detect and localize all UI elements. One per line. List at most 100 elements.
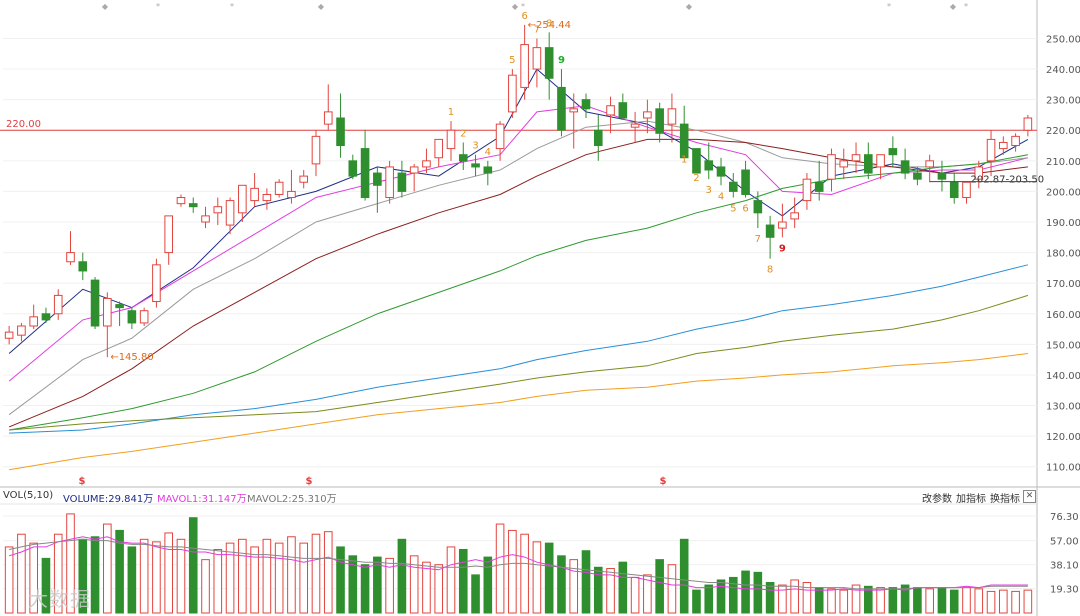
candle-body-up — [508, 74, 517, 113]
volume-bar-down — [90, 536, 100, 614]
candle-body-up — [53, 294, 63, 315]
y-tick-label: 110.00 — [1046, 463, 1080, 474]
price-chart[interactable]: 110.00 120.00 130.00 140.00 150.00 160.00 170.… — [0, 0, 1080, 616]
switch-indicator-button[interactable]: 换指标 — [990, 490, 1020, 505]
volume-bar-up — [1011, 590, 1020, 614]
candle-body-up — [409, 166, 419, 174]
candle-body-down — [618, 102, 628, 119]
volume-value: VOLUME:29.841万 — [63, 494, 154, 505]
volume-bar-down — [471, 574, 480, 614]
volume-bar-down — [888, 587, 898, 614]
y-tick-label: 250.00 — [1046, 34, 1080, 45]
volume-bar-up — [630, 576, 640, 614]
ma-line-ma60 — [9, 154, 1028, 431]
volume-bar-up — [446, 546, 456, 614]
add-indicator-button[interactable]: 加指标 — [956, 490, 986, 505]
candle-body-up — [103, 297, 112, 327]
candle-body-down — [115, 304, 124, 309]
vol-tick-label: 57.00 — [1050, 537, 1079, 548]
candle-body-down — [360, 148, 370, 199]
vol-indicator-label[interactable]: VOL(5,10) — [3, 490, 53, 501]
td-count-label: 4 — [718, 191, 724, 202]
event-marker: ◆ — [512, 2, 519, 11]
candle-body-up — [434, 138, 444, 159]
candle-body-up — [925, 160, 934, 168]
candle-body-up — [17, 325, 26, 336]
volume-bar-up — [299, 542, 309, 614]
td-count-label: 2 — [693, 173, 699, 184]
candle-body-up — [630, 123, 640, 128]
candle-body-up — [299, 175, 309, 183]
volume-bar-down — [557, 555, 566, 614]
volume-bar-up — [287, 536, 296, 614]
y-tick-label: 220.00 — [1046, 126, 1080, 137]
td-count-label: 8 — [546, 18, 552, 29]
candle-body-down — [679, 123, 689, 159]
volume-bar-up — [569, 559, 579, 614]
candle-body-up — [262, 193, 272, 202]
volume-bar-down — [458, 548, 468, 614]
volume-bar-up — [4, 546, 14, 614]
candle-body-down — [458, 154, 468, 162]
ma-line-ma150 — [9, 294, 1029, 431]
candle-body-up — [778, 221, 787, 229]
price-annotation: ←145.80 — [110, 352, 153, 363]
candle-body-up — [422, 160, 431, 168]
volume-bar-down — [913, 587, 922, 614]
volume-bar-up — [827, 588, 836, 614]
candle-body-down — [728, 181, 738, 192]
candle-body-up — [385, 166, 394, 199]
volume-bar-up — [790, 579, 799, 614]
candle-body-up — [495, 123, 505, 150]
candle-body-up — [274, 181, 284, 195]
candle-body-down — [471, 163, 480, 168]
candle-body-up — [323, 111, 333, 125]
close-indicator-button[interactable]: ✕ — [1023, 490, 1036, 503]
candle-body-up — [176, 197, 186, 205]
indicator-toolbar: VOL(5,10) VOLUME:29.841万 MAVOL1:31.147万 … — [0, 489, 1080, 505]
volume-bar-up — [164, 532, 174, 614]
reference-line-label: 220.00 — [6, 119, 41, 130]
volume-bar-down — [397, 538, 407, 614]
volume-bar-down — [679, 538, 689, 614]
candle-body-up — [164, 215, 174, 254]
td-count-label: 5 — [730, 204, 736, 215]
candle-body-up — [287, 190, 296, 199]
volume-bar-up — [876, 587, 885, 614]
volume-bar-up — [311, 533, 321, 614]
y-tick-label: 210.00 — [1046, 157, 1080, 168]
td-count-label: 6 — [521, 11, 527, 22]
y-tick-label: 160.00 — [1046, 310, 1080, 321]
volume-bar-up — [213, 548, 223, 614]
edit-params-button[interactable]: 改参数 — [922, 490, 952, 505]
candle-body-up — [569, 108, 579, 113]
volume-bar-up — [508, 529, 517, 614]
event-marker: * — [887, 2, 891, 11]
vol-tick-label: 76.30 — [1050, 512, 1079, 523]
candle-body-down — [348, 160, 358, 177]
candle-body-up — [201, 215, 210, 223]
y-tick-label: 170.00 — [1046, 279, 1080, 290]
event-marker: * — [156, 2, 160, 11]
candle-body-up — [827, 154, 836, 180]
volume-bar-up — [238, 538, 247, 614]
volume-bar-down — [188, 517, 198, 614]
td-count-label: 4 — [485, 147, 491, 158]
volume-bar-down — [728, 576, 738, 614]
volume-bar-down — [692, 589, 701, 614]
ma-line-ma5 — [8, 68, 1029, 354]
volume-bar-down — [360, 564, 370, 614]
volume-bar-up — [495, 523, 505, 614]
candle-body-down — [949, 181, 959, 199]
volume-bar-up — [520, 533, 529, 614]
candle-body-down — [863, 154, 873, 174]
candle-body-down — [544, 47, 554, 79]
y-tick-label: 120.00 — [1046, 432, 1080, 443]
volume-bar-down — [127, 546, 137, 614]
volume-bar-up — [152, 541, 161, 614]
y-tick-label: 230.00 — [1046, 96, 1080, 107]
candle-body-down — [741, 169, 750, 195]
candle-body-down — [90, 279, 100, 327]
ma-line-ma250 — [9, 353, 1028, 471]
td-count-label: 3 — [472, 141, 478, 152]
